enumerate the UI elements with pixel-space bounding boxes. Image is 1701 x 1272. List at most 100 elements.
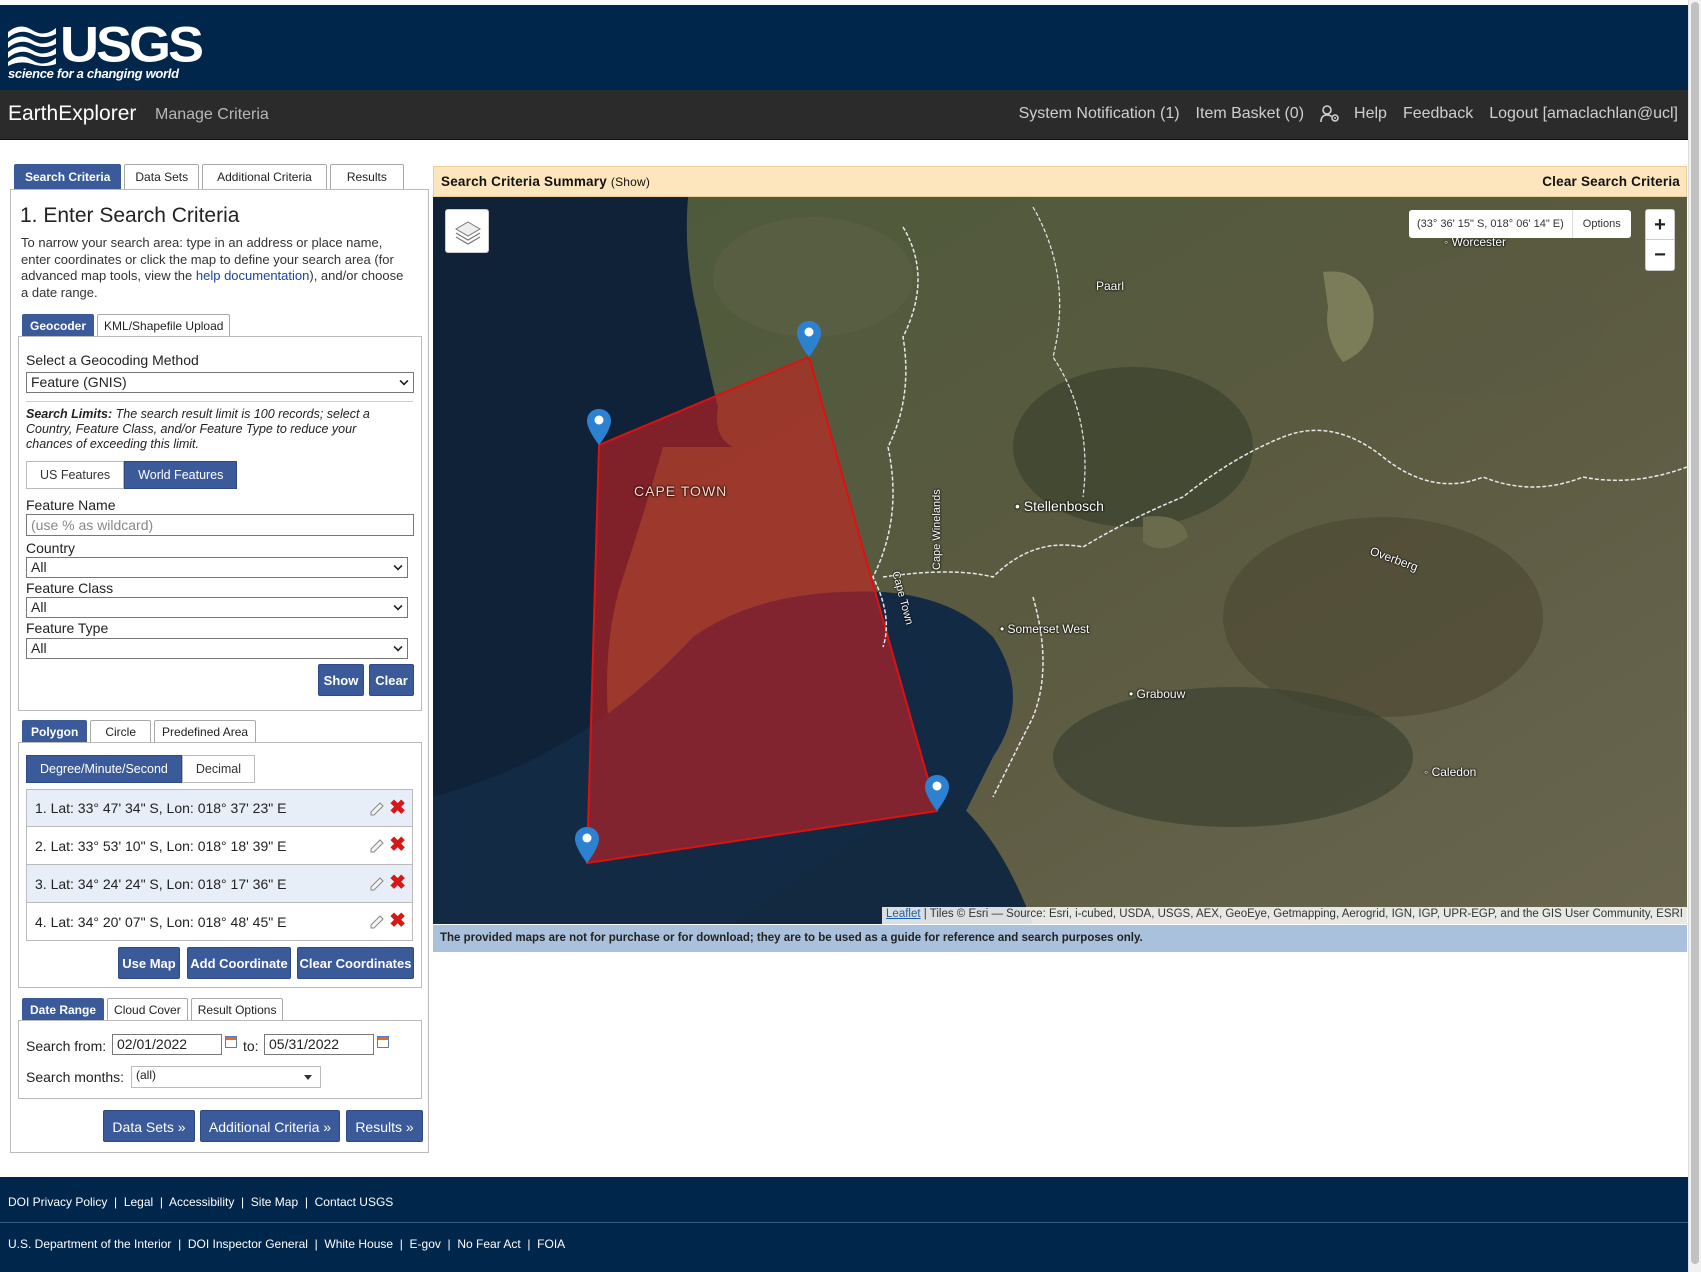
- tab-additional-criteria[interactable]: Additional Criteria: [202, 164, 327, 189]
- feature-name-input[interactable]: (use % as wildcard): [26, 514, 414, 536]
- map-view[interactable]: CAPE TOWN ◦ Worcester Paarl • Stellenbos…: [433, 197, 1687, 924]
- calendar-icon[interactable]: [377, 1036, 389, 1048]
- tab-cloud-cover[interactable]: Cloud Cover: [107, 998, 188, 1021]
- dms-format-button[interactable]: Degree/Minute/Second: [26, 755, 182, 783]
- edit-icon[interactable]: [369, 837, 385, 853]
- place-label: Cape Winelands: [931, 489, 943, 570]
- us-features-button[interactable]: US Features: [26, 461, 125, 489]
- search-months-label: Search months:: [26, 1069, 125, 1085]
- calendar-icon[interactable]: [225, 1036, 237, 1048]
- feature-type-select[interactable]: All: [26, 638, 408, 659]
- tab-kml-upload[interactable]: KML/Shapefile Upload: [97, 314, 231, 337]
- user-settings-icon[interactable]: [1320, 105, 1340, 123]
- help-link[interactable]: Help: [1354, 105, 1387, 123]
- footer-link[interactable]: Site Map: [251, 1195, 298, 1209]
- clear-coordinates-button[interactable]: Clear Coordinates: [297, 947, 414, 979]
- area-tabs: Polygon Circle Predefined Area: [22, 720, 257, 743]
- app-title[interactable]: EarthExplorer: [8, 102, 136, 126]
- delete-icon[interactable]: ✖: [389, 911, 406, 931]
- page-scrollbar[interactable]: [1688, 0, 1701, 1272]
- coordinate-row: 1. Lat: 33° 47' 34" S, Lon: 018° 37' 23"…: [26, 789, 413, 827]
- map-marker-icon[interactable]: [797, 321, 821, 357]
- coordinate-row: 4. Lat: 34° 20' 07" S, Lon: 018° 48' 45"…: [26, 903, 413, 941]
- layers-button[interactable]: [445, 209, 489, 253]
- map-marker-icon[interactable]: [925, 775, 949, 811]
- tab-result-options[interactable]: Result Options: [190, 998, 284, 1021]
- search-months-select[interactable]: (all): [131, 1066, 321, 1088]
- footer-link[interactable]: Contact USGS: [315, 1195, 394, 1209]
- map-marker-icon[interactable]: [575, 827, 599, 863]
- edit-icon[interactable]: [369, 875, 385, 891]
- item-basket-link[interactable]: Item Basket (0): [1196, 105, 1304, 123]
- usgs-header: USGS science for a changing world: [0, 5, 1688, 90]
- date-to-input[interactable]: 05/31/2022: [264, 1034, 374, 1055]
- feature-type-label: Feature Type: [26, 620, 109, 636]
- coordinate-text: 1. Lat: 33° 47' 34" S, Lon: 018° 37' 23"…: [35, 800, 287, 816]
- clear-button[interactable]: Clear: [369, 664, 414, 696]
- world-features-button[interactable]: World Features: [124, 461, 238, 489]
- tab-circle[interactable]: Circle: [90, 720, 152, 743]
- data-sets-next-button[interactable]: Data Sets »: [103, 1110, 195, 1142]
- summary-show-link[interactable]: (Show): [611, 175, 650, 189]
- footer-link[interactable]: FOIA: [537, 1237, 565, 1251]
- geocoding-method-label: Select a Geocoding Method: [26, 352, 199, 368]
- delete-icon[interactable]: ✖: [389, 835, 406, 855]
- map-options-button[interactable]: Options: [1573, 210, 1631, 238]
- footer-link[interactable]: Legal: [124, 1195, 153, 1209]
- feedback-link[interactable]: Feedback: [1403, 105, 1473, 123]
- place-label: • Somerset West: [1000, 622, 1090, 636]
- tab-search-criteria[interactable]: Search Criteria: [14, 164, 122, 189]
- coordinate-text: 2. Lat: 33° 53' 10" S, Lon: 018° 18' 39"…: [35, 837, 287, 854]
- delete-icon[interactable]: ✖: [389, 873, 406, 893]
- date-from-input[interactable]: 02/01/2022: [112, 1034, 222, 1055]
- show-button[interactable]: Show: [318, 664, 364, 696]
- zoom-out-button[interactable]: −: [1646, 240, 1674, 270]
- leaflet-link[interactable]: Leaflet: [886, 908, 921, 920]
- footer-link[interactable]: DOI Inspector General: [188, 1237, 308, 1251]
- coordinate-list: 1. Lat: 33° 47' 34" S, Lon: 018° 37' 23"…: [26, 789, 413, 941]
- map-marker-icon[interactable]: [587, 409, 611, 445]
- manage-criteria-link[interactable]: Manage Criteria: [155, 106, 269, 124]
- footer: DOI Privacy Policy | Legal | Accessibili…: [0, 1177, 1688, 1272]
- additional-criteria-next-button[interactable]: Additional Criteria »: [200, 1110, 340, 1142]
- feature-class-select[interactable]: All: [26, 597, 408, 618]
- place-label: • Grabouw: [1129, 687, 1186, 701]
- system-notification-link[interactable]: System Notification (1): [1019, 105, 1180, 123]
- tab-results[interactable]: Results: [329, 164, 404, 189]
- delete-icon[interactable]: ✖: [389, 798, 406, 818]
- tab-predefined-area[interactable]: Predefined Area: [154, 720, 257, 743]
- tab-geocoder[interactable]: Geocoder: [22, 314, 95, 337]
- coordinate-readout: (33° 36' 15" S, 018° 06' 14" E) Options: [1409, 210, 1631, 238]
- zoom-in-button[interactable]: +: [1646, 210, 1674, 240]
- divider: [26, 401, 413, 402]
- coordinate-row: 3. Lat: 34° 24' 24" S, Lon: 018° 17' 36"…: [26, 865, 413, 903]
- clear-search-criteria-link[interactable]: Clear Search Criteria: [1542, 174, 1680, 189]
- add-coordinate-button[interactable]: Add Coordinate: [187, 947, 291, 979]
- use-map-button[interactable]: Use Map: [118, 947, 180, 979]
- geocoding-method-select[interactable]: Feature (GNIS): [26, 372, 414, 393]
- coordinate-text: 4. Lat: 34° 20' 07" S, Lon: 018° 48' 45"…: [35, 913, 287, 930]
- edit-icon[interactable]: [369, 913, 385, 929]
- decimal-format-button[interactable]: Decimal: [181, 755, 256, 783]
- tab-date-range[interactable]: Date Range: [22, 998, 105, 1021]
- main-tabs: Search Criteria Data Sets Additional Cri…: [14, 164, 404, 189]
- footer-link[interactable]: U.S. Department of the Interior: [8, 1237, 171, 1251]
- footer-link[interactable]: E-gov: [410, 1237, 441, 1251]
- country-select[interactable]: All: [26, 557, 408, 578]
- coordinate-row: 2. Lat: 33° 53' 10" S, Lon: 018° 18' 39"…: [26, 827, 413, 865]
- footer-link[interactable]: Accessibility: [169, 1195, 234, 1209]
- tab-polygon[interactable]: Polygon: [22, 720, 88, 743]
- logout-link[interactable]: Logout [amaclachlan@ucl]: [1489, 105, 1678, 123]
- map-disclaimer: The provided maps are not for purchase o…: [433, 925, 1687, 952]
- help-documentation-link[interactable]: help documentation: [196, 268, 309, 283]
- footer-link[interactable]: No Fear Act: [457, 1237, 520, 1251]
- scrollbar-thumb[interactable]: [1691, 2, 1699, 1264]
- footer-link[interactable]: DOI Privacy Policy: [8, 1195, 107, 1209]
- tab-data-sets[interactable]: Data Sets: [124, 164, 200, 189]
- results-next-button[interactable]: Results »: [346, 1110, 423, 1142]
- footer-link[interactable]: White House: [324, 1237, 393, 1251]
- map-attribution: Leaflet | Tiles © Esri — Source: Esri, i…: [882, 907, 1687, 924]
- edit-icon[interactable]: [369, 800, 385, 816]
- usgs-tagline: science for a changing world: [8, 66, 179, 81]
- search-from-label: Search from:: [26, 1038, 107, 1054]
